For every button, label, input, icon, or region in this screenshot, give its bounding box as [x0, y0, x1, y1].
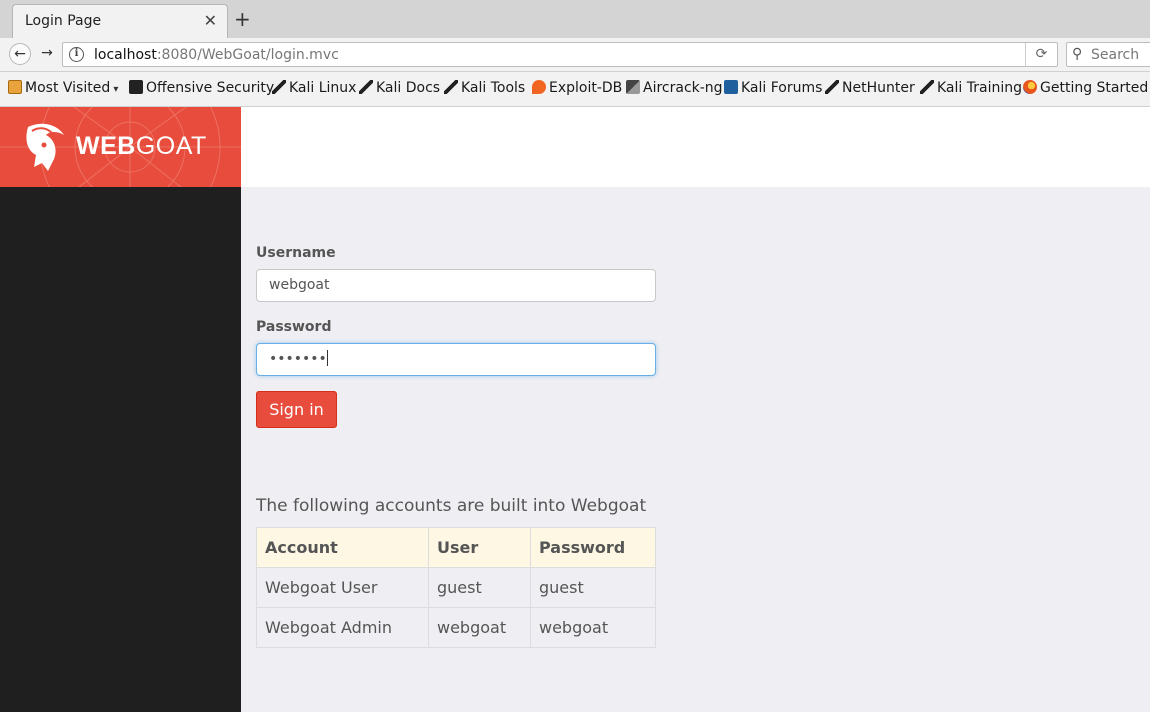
kali-icon — [359, 80, 373, 94]
folder-icon — [8, 80, 22, 94]
table-cell: webgoat — [530, 607, 656, 648]
back-button[interactable]: ← — [9, 43, 31, 65]
bookmarks-toolbar: Most Visited ▾ Offensive Security Kali L… — [0, 72, 1150, 107]
bookmark-nethunter[interactable]: NetHunter — [825, 80, 915, 96]
table-cell: guest — [428, 567, 531, 608]
password-input[interactable]: ••••••• — [256, 343, 656, 376]
tab-login-page[interactable]: Login Page ✕ — [12, 4, 228, 38]
page-viewport: WEBGOAT Username webgoat Password ••••••… — [0, 107, 1150, 712]
reload-icon[interactable]: ⟳ — [1025, 43, 1057, 66]
column-header-account: Account — [256, 527, 429, 568]
bookmark-kali-docs[interactable]: Kali Docs — [359, 80, 440, 96]
bookmark-offensive-security[interactable]: Offensive Security — [129, 80, 274, 96]
aircrack-icon — [626, 80, 640, 94]
url-bar[interactable]: i localhost:8080/WebGoat/login.mvc ⟳ — [62, 42, 1058, 67]
username-label: Username — [256, 245, 336, 261]
forward-button[interactable]: → — [36, 43, 58, 65]
firefox-icon — [1023, 80, 1037, 94]
search-placeholder: Search — [1091, 47, 1140, 63]
table-row: Webgoat Admin webgoat webgoat — [256, 607, 656, 648]
bookmark-kali-training[interactable]: Kali Training — [920, 80, 1022, 96]
sidebar — [0, 107, 241, 712]
table-cell: Webgoat User — [256, 567, 429, 608]
tab-title: Login Page — [25, 13, 102, 29]
search-icon: ⚲ — [1072, 46, 1083, 62]
webgoat-logo[interactable]: WEBGOAT — [0, 107, 241, 187]
kali-icon — [825, 80, 839, 94]
bookmark-exploit-db[interactable]: Exploit-DB — [532, 80, 622, 96]
bookmark-aircrack-ng[interactable]: Aircrack-ng — [626, 80, 723, 96]
accounts-table: Account User Password Webgoat User guest… — [256, 527, 656, 648]
table-cell: guest — [530, 567, 656, 608]
new-tab-button[interactable]: + — [234, 7, 251, 31]
kali-icon — [272, 80, 286, 94]
bookmark-kali-linux[interactable]: Kali Linux — [272, 80, 356, 96]
password-label: Password — [256, 319, 332, 335]
tab-bar: Login Page ✕ + — [0, 0, 1150, 38]
column-header-password: Password — [530, 527, 656, 568]
column-header-user: User — [428, 527, 531, 568]
bookmark-kali-tools[interactable]: Kali Tools — [444, 80, 525, 96]
table-row: Webgoat User guest guest — [256, 567, 656, 608]
bookmark-getting-started[interactable]: Getting Started — [1023, 80, 1148, 96]
forums-icon — [724, 80, 738, 94]
kali-icon — [920, 80, 934, 94]
search-input[interactable]: ⚲ Search — [1066, 42, 1150, 67]
sign-in-button[interactable]: Sign in — [256, 391, 337, 428]
brand-name: WEBGOAT — [76, 132, 207, 160]
accounts-heading: The following accounts are built into We… — [256, 496, 647, 516]
table-cell: webgoat — [428, 607, 531, 648]
chevron-down-icon: ▾ — [110, 84, 119, 95]
close-icon[interactable]: ✕ — [204, 11, 217, 30]
table-cell: Webgoat Admin — [256, 607, 429, 648]
bookmark-most-visited[interactable]: Most Visited ▾ — [8, 80, 118, 96]
kali-icon — [444, 80, 458, 94]
text-caret — [326, 350, 328, 366]
username-input[interactable]: webgoat — [256, 269, 656, 302]
table-header-row: Account User Password — [256, 527, 656, 568]
exploit-db-icon — [532, 80, 546, 94]
offsec-icon — [129, 80, 143, 94]
top-header — [241, 107, 1150, 187]
navigation-bar: ← → i localhost:8080/WebGoat/login.mvc ⟳… — [0, 38, 1150, 72]
bookmark-kali-forums[interactable]: Kali Forums — [724, 80, 822, 96]
info-icon[interactable]: i — [69, 47, 84, 62]
goat-head-icon — [26, 123, 65, 171]
url-text[interactable]: localhost:8080/WebGoat/login.mvc — [94, 47, 339, 63]
